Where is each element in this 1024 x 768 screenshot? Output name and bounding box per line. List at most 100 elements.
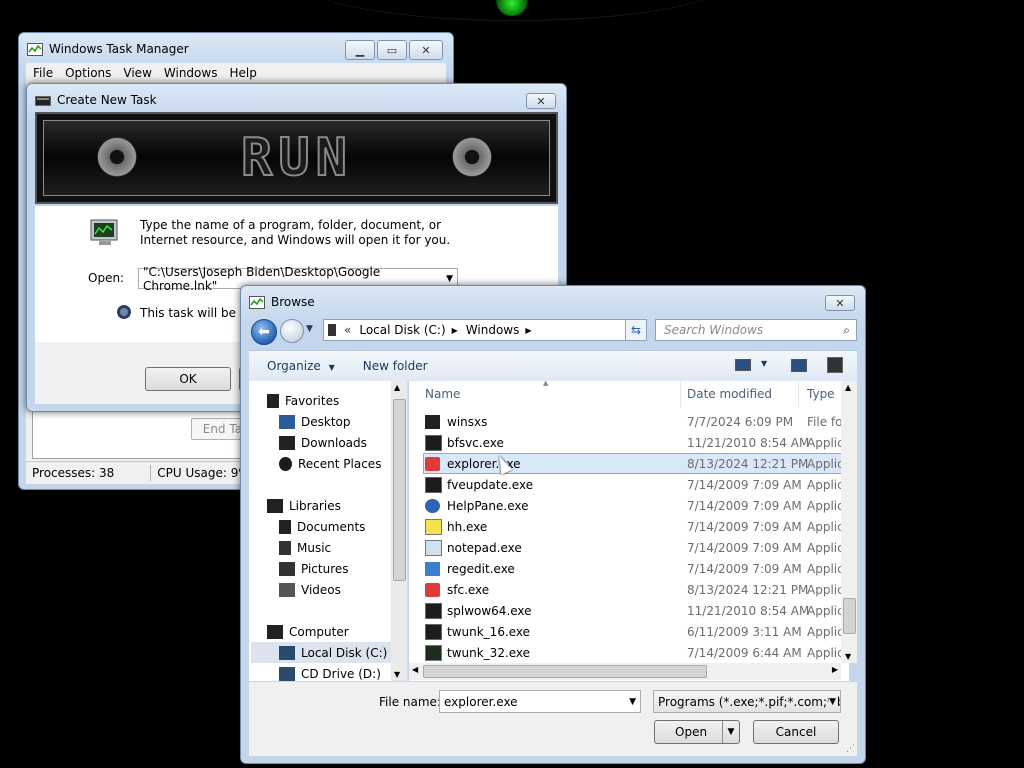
file-date: 7/14/2009 7:09 AM	[687, 498, 802, 513]
nav-computer[interactable]: Computer	[267, 621, 349, 642]
back-button[interactable]: ⬅	[251, 319, 277, 345]
column-header-date[interactable]: Date modified	[679, 381, 799, 407]
file-type: Applic	[807, 477, 844, 492]
table-row[interactable]: explorer.exe 8/13/2024 12:21 PM Applic	[423, 453, 844, 474]
chevron-down-icon[interactable]: ▼	[446, 274, 453, 284]
nav-scroll-thumb[interactable]	[393, 399, 406, 581]
file-date: 7/14/2009 6:44 AM	[687, 645, 802, 660]
nav-local-disk[interactable]: Local Disk (C:)	[251, 642, 391, 663]
nav-downloads[interactable]: Downloads	[279, 432, 367, 453]
table-row[interactable]: notepad.exe 7/14/2009 7:09 AM Applic	[409, 537, 849, 558]
table-row[interactable]: hh.exe 7/14/2009 7:09 AM Applic	[409, 516, 849, 537]
hscroll-right[interactable]: ▶	[832, 665, 838, 674]
star-icon	[267, 393, 279, 408]
nav-music-label: Music	[297, 540, 332, 555]
cancel-button[interactable]: Cancel	[753, 720, 839, 744]
file-type-select[interactable]: Programs (*.exe;*.pif;*.com;*.ba ▼	[653, 690, 841, 713]
list-scroll-down[interactable]: ▼	[845, 652, 851, 661]
nav-videos[interactable]: Videos	[279, 579, 341, 600]
chevron-down-icon[interactable]: ▼	[829, 696, 836, 707]
list-scroll-thumb[interactable]	[843, 598, 856, 634]
browse-close-button[interactable]: ✕	[825, 295, 855, 311]
organize-button[interactable]: Organize ▼	[267, 359, 335, 373]
create-task-titlebar[interactable]: Create New Task	[35, 90, 558, 110]
new-folder-button[interactable]: New folder	[363, 359, 428, 373]
table-row[interactable]: twunk_16.exe 6/11/2009 3:11 AM Applic	[409, 621, 849, 642]
breadcrumb-windows[interactable]: Windows	[466, 323, 520, 337]
nav-favorites[interactable]: Favorites	[267, 390, 339, 411]
red-exe-icon	[425, 582, 440, 597]
nav-libraries[interactable]: Libraries	[267, 495, 341, 516]
list-scroll-up[interactable]: ▲	[845, 383, 851, 392]
table-row[interactable]: fveupdate.exe 7/14/2009 7:09 AM Applic	[409, 474, 849, 495]
file-list-hscrollbar[interactable]: ◀ ▶	[409, 663, 841, 680]
recent-places-icon	[279, 456, 292, 471]
run-icon	[35, 95, 51, 106]
exe-icon	[425, 476, 442, 493]
file-date: 7/14/2009 7:09 AM	[687, 477, 802, 492]
run-description: Type the name of a program, folder, docu…	[140, 218, 451, 247]
menu-windows[interactable]: Windows	[164, 66, 218, 80]
address-bar[interactable]: « Local Disk (C:) ▶ Windows ▶ ▼	[323, 319, 647, 341]
file-type: Applic	[807, 519, 844, 534]
table-row[interactable]: winsxs 7/7/2024 6:09 PM File fol	[409, 411, 849, 432]
file-name-label: File name:	[379, 695, 441, 709]
breadcrumb-overflow[interactable]: «	[344, 323, 351, 337]
preview-pane-button[interactable]	[791, 359, 807, 372]
resize-grip-icon[interactable]: ⋰	[846, 744, 855, 754]
table-row[interactable]: twunk_32.exe 7/14/2009 6:44 AM Applic	[409, 642, 849, 663]
chevron-right-icon[interactable]: ▶	[452, 326, 458, 335]
nav-documents[interactable]: Documents	[279, 516, 365, 537]
menu-help[interactable]: Help	[229, 66, 256, 80]
nav-desktop[interactable]: Desktop	[279, 411, 351, 432]
nav-music[interactable]: Music	[279, 537, 331, 558]
nav-scroll-down[interactable]: ▼	[394, 670, 400, 679]
hscroll-left[interactable]: ◀	[412, 665, 418, 674]
chevron-down-icon[interactable]: ▼	[629, 697, 636, 707]
menu-options[interactable]: Options	[65, 66, 111, 80]
file-name-combobox[interactable]: explorer.exe ▼	[439, 690, 641, 713]
refresh-button[interactable]: ⇆	[625, 319, 647, 341]
open-options-dropdown[interactable]: ▼	[722, 721, 739, 743]
table-row[interactable]: sfc.exe 8/13/2024 12:21 PM Applic	[409, 579, 849, 600]
file-list-scrollbar[interactable]: ▲ ▼	[841, 381, 857, 663]
help-button[interactable]	[827, 357, 843, 373]
nav-scroll-up[interactable]: ▲	[394, 383, 400, 392]
browse-caption-buttons: ✕	[823, 295, 855, 311]
file-date: 7/7/2024 6:09 PM	[687, 414, 794, 429]
navigation-scrollbar[interactable]: ▲ ▼	[391, 381, 407, 681]
nav-recent-places[interactable]: Recent Places	[279, 453, 381, 474]
search-input[interactable]: Search Windows ⌕	[655, 319, 857, 341]
menu-view[interactable]: View	[123, 66, 151, 80]
file-name: twunk_16.exe	[447, 624, 531, 639]
ok-button[interactable]: OK	[145, 367, 231, 391]
table-row[interactable]: splwow64.exe 11/21/2010 8:54 AM Applic	[409, 600, 849, 621]
browse-titlebar[interactable]: Browse	[249, 292, 857, 312]
close-button[interactable]: ✕	[409, 40, 443, 60]
maximize-button[interactable]: ▭	[377, 40, 407, 60]
table-row[interactable]: bfsvc.exe 11/21/2010 8:54 AM Applic	[409, 432, 849, 453]
nav-cd-drive[interactable]: CD Drive (D:)	[279, 663, 381, 681]
file-name: sfc.exe	[447, 582, 490, 597]
menu-file[interactable]: File	[33, 66, 53, 80]
search-icon[interactable]: ⌕	[843, 323, 850, 338]
table-row[interactable]: regedit.exe 7/14/2009 7:09 AM Applic	[409, 558, 849, 579]
forward-button[interactable]	[280, 319, 304, 343]
create-task-close-button[interactable]: ✕	[526, 93, 556, 109]
pictures-icon	[279, 561, 295, 576]
column-header-name[interactable]: Name ▲	[417, 381, 681, 407]
chevron-right-icon[interactable]: ▶	[525, 326, 531, 335]
minimize-button[interactable]: ▁	[345, 40, 375, 60]
table-row[interactable]: HelpPane.exe 7/14/2009 7:09 AM Applic	[409, 495, 849, 516]
search-placeholder: Search Windows	[664, 323, 764, 337]
nav-favorites-label: Favorites	[285, 393, 340, 408]
recent-pages-dropdown[interactable]: ▼	[306, 324, 313, 334]
hscroll-thumb[interactable]	[423, 665, 707, 678]
breadcrumb-local-disk[interactable]: Local Disk (C:)	[359, 323, 445, 337]
open-button[interactable]: Open ▼	[654, 720, 740, 744]
nav-pictures[interactable]: Pictures	[279, 558, 349, 579]
file-type: Applic	[807, 435, 844, 450]
view-options-button[interactable]	[735, 359, 751, 371]
view-chevron-down-icon[interactable]: ▼	[761, 359, 767, 368]
nav-computer-label: Computer	[289, 624, 349, 639]
